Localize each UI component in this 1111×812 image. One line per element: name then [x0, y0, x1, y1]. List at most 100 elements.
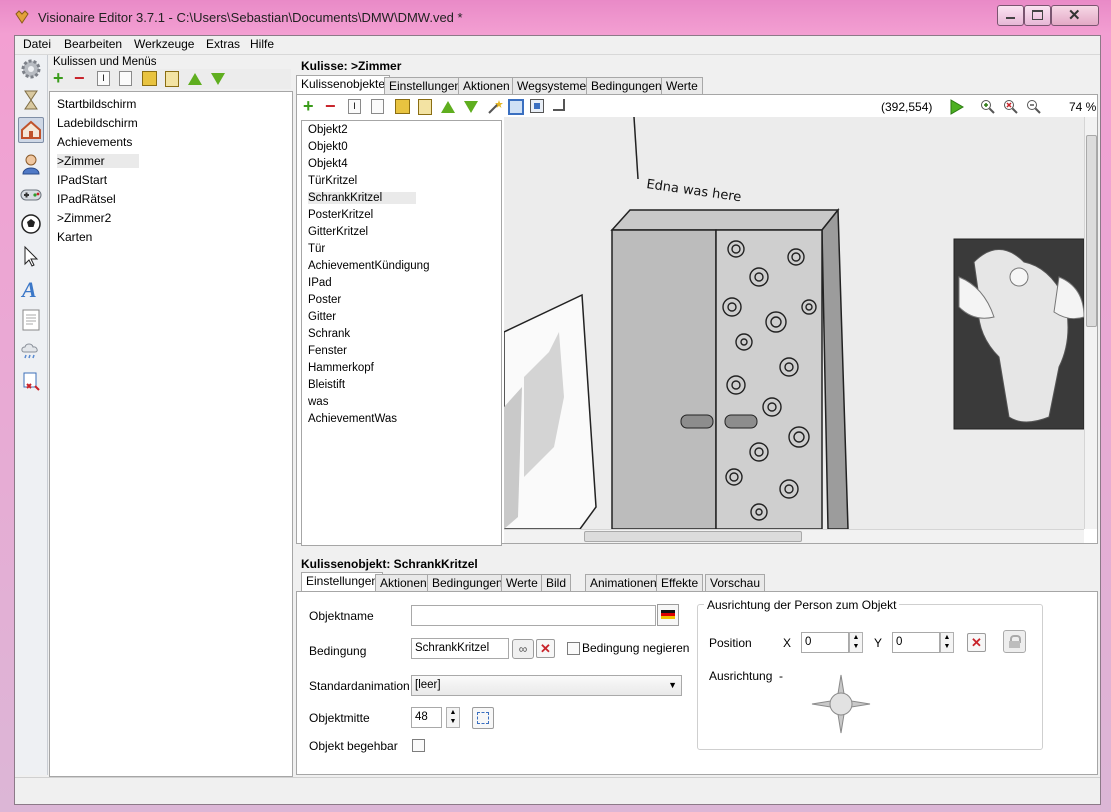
list-item[interactable]: TürKritzel — [308, 175, 357, 187]
standardanimation-select[interactable]: [leer] ▼ — [411, 675, 682, 696]
crop-icon[interactable] — [553, 99, 569, 115]
text-icon[interactable] — [19, 308, 43, 332]
list-item[interactable]: Schrank — [308, 328, 350, 340]
script-icon[interactable] — [19, 370, 43, 394]
position-x-field[interactable]: 0 — [801, 632, 849, 653]
list-item[interactable]: Startbildschirm — [57, 97, 136, 111]
tab-bild[interactable]: Bild — [541, 574, 572, 592]
scene-list[interactable]: Startbildschirm Ladebildschirm Achieveme… — [49, 91, 293, 777]
list-item[interactable]: Objekt0 — [308, 141, 348, 153]
list-item[interactable]: AchievementKündigung — [308, 260, 429, 272]
zoom-in-icon[interactable] — [980, 99, 996, 115]
gear-icon[interactable] — [19, 57, 43, 81]
menu-werkzeuge[interactable]: Werkzeuge — [134, 37, 194, 51]
house-icon[interactable] — [18, 117, 44, 143]
flag-icon[interactable] — [657, 604, 679, 626]
list-item-selected[interactable]: SchrankKritzel — [308, 192, 416, 204]
move-up-icon[interactable] — [441, 101, 457, 117]
gamepad-icon[interactable] — [19, 182, 43, 206]
remove-icon[interactable]: − — [74, 69, 90, 87]
tab-vorschau[interactable]: Vorschau — [705, 574, 766, 592]
tab-bedingungen[interactable]: Bedingungen — [586, 77, 667, 95]
list-item[interactable]: was — [308, 396, 328, 408]
magic-wand-icon[interactable] — [487, 99, 503, 115]
zoom-out-icon[interactable] — [1026, 99, 1042, 115]
tab-animationen[interactable]: Animationen — [585, 574, 662, 592]
hourglass-icon[interactable] — [19, 88, 43, 112]
bedingung-negieren-checkbox[interactable] — [567, 642, 580, 655]
list-item[interactable]: Karten — [57, 230, 92, 244]
paste-icon[interactable] — [142, 71, 158, 87]
objektmitte-stepper[interactable]: ▲ ▼ — [446, 707, 460, 728]
paste-object-icon[interactable] — [395, 99, 411, 115]
move-down-icon[interactable] — [464, 101, 480, 117]
position-y-field[interactable]: 0 — [892, 632, 940, 653]
list-item[interactable]: Objekt4 — [308, 158, 348, 170]
clipboard-icon[interactable] — [165, 71, 181, 87]
list-item[interactable]: IPadStart — [57, 173, 107, 187]
ball-icon[interactable] — [19, 212, 43, 236]
scroll-thumb[interactable] — [584, 531, 802, 542]
list-item[interactable]: Achievements — [57, 135, 132, 149]
tab-aktionen[interactable]: Aktionen — [375, 574, 432, 592]
weather-icon[interactable] — [19, 338, 43, 362]
scene-horizontal-scrollbar[interactable] — [504, 529, 1084, 543]
add-icon[interactable]: + — [53, 69, 69, 87]
tab-werte[interactable]: Werte — [661, 77, 703, 95]
link-icon[interactable]: ∞ — [512, 639, 534, 659]
menu-datei[interactable]: Datei — [23, 37, 51, 51]
move-down-icon[interactable] — [211, 73, 227, 89]
maximize-button[interactable] — [1024, 5, 1051, 26]
scroll-thumb[interactable] — [1086, 135, 1097, 327]
clipboard-object-icon[interactable] — [418, 99, 434, 115]
remove-object-icon[interactable]: − — [325, 97, 341, 115]
position-y-stepper[interactable]: ▲ ▼ — [940, 632, 954, 653]
scene-vertical-scrollbar[interactable] — [1084, 117, 1097, 529]
copy-object-icon[interactable] — [371, 99, 387, 115]
list-item[interactable]: GitterKritzel — [308, 226, 368, 238]
move-up-icon[interactable] — [188, 73, 204, 89]
list-item[interactable]: Gitter — [308, 311, 336, 323]
tab-aktionen[interactable]: Aktionen — [458, 77, 515, 95]
menu-extras[interactable]: Extras — [206, 37, 240, 51]
list-item[interactable]: IPad — [308, 277, 332, 289]
objektmitte-field[interactable]: 48 — [411, 707, 442, 728]
list-item[interactable]: Poster — [308, 294, 341, 306]
bedingung-field[interactable]: SchrankKritzel — [411, 638, 509, 659]
pick-position-lock-icon[interactable] — [1003, 630, 1026, 653]
menu-bearbeiten[interactable]: Bearbeiten — [64, 37, 122, 51]
list-item[interactable]: Fenster — [308, 345, 347, 357]
tab-wegsysteme[interactable]: Wegsysteme — [512, 77, 592, 95]
object-list[interactable]: Objekt2 Objekt0 Objekt4 TürKritzel Schra… — [301, 120, 502, 546]
list-item[interactable]: IPadRätsel — [57, 192, 116, 206]
list-item-selected[interactable]: >Zimmer — [57, 154, 139, 168]
tab-kulissenobjekte[interactable]: Kulissenobjekte — [296, 75, 391, 95]
position-x-stepper[interactable]: ▲ ▼ — [849, 632, 863, 653]
list-item[interactable]: AchievementWas — [308, 413, 397, 425]
cursor-icon[interactable] — [19, 244, 43, 268]
rename-icon[interactable]: I — [97, 71, 113, 87]
objekt-begehbar-checkbox[interactable] — [412, 739, 425, 752]
list-item[interactable]: Tür — [308, 243, 325, 255]
pick-position-icon[interactable] — [472, 707, 494, 729]
list-item[interactable]: Ladebildschirm — [57, 116, 138, 130]
copy-icon[interactable] — [119, 71, 135, 87]
zoom-reset-icon[interactable] — [1003, 99, 1019, 115]
clear-bedingung-icon[interactable]: ✕ — [536, 639, 555, 658]
person-icon[interactable] — [19, 152, 43, 176]
list-item[interactable]: Bleistift — [308, 379, 345, 391]
close-button[interactable]: ✕ — [1051, 5, 1099, 26]
select-rectangle-icon[interactable] — [508, 99, 524, 115]
direction-compass-icon[interactable] — [810, 673, 872, 735]
objektname-field[interactable] — [411, 605, 656, 626]
tab-werte[interactable]: Werte — [501, 574, 543, 592]
tab-einstellungen[interactable]: Einstellungen — [384, 77, 467, 95]
minimize-button[interactable] — [997, 5, 1024, 26]
list-item[interactable]: PosterKritzel — [308, 209, 373, 221]
menu-hilfe[interactable]: Hilfe — [250, 37, 274, 51]
font-icon[interactable]: A — [19, 276, 43, 302]
play-icon[interactable] — [948, 99, 964, 115]
tab-effekte[interactable]: Effekte — [656, 574, 704, 592]
scene-canvas[interactable]: Edna was here — [504, 117, 1084, 529]
fit-icon[interactable] — [530, 99, 546, 115]
